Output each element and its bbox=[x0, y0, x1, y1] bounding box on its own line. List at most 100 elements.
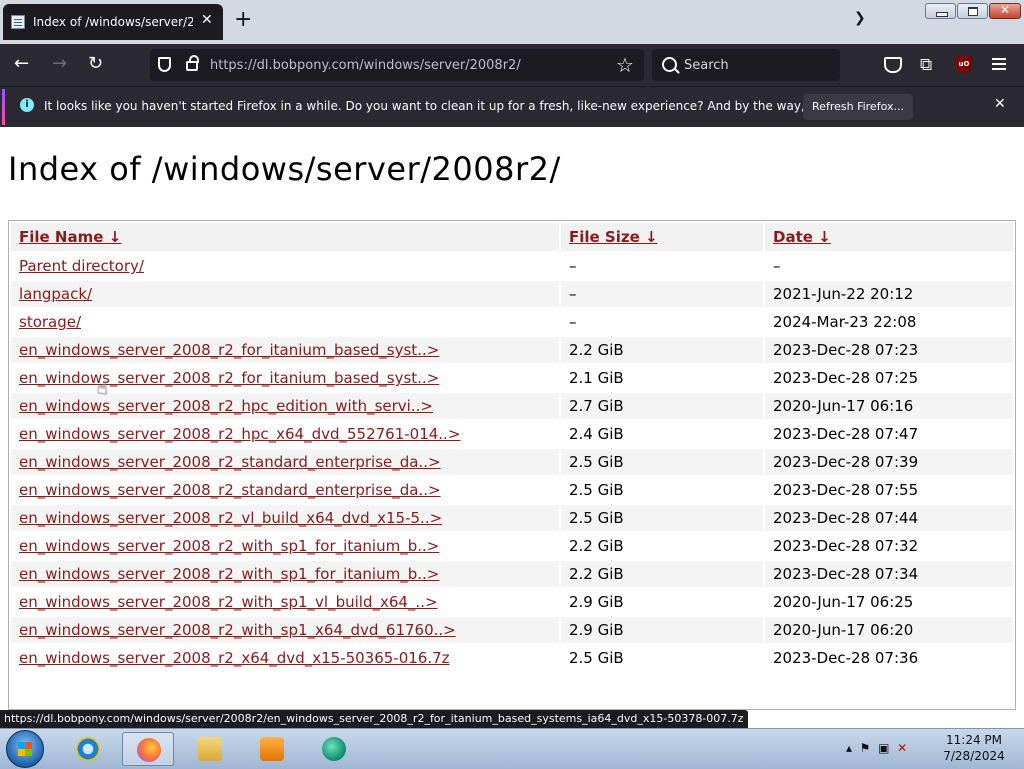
file-size-cell: 2.9 GiB bbox=[569, 593, 624, 611]
taskbar-clock[interactable]: 11:24 PM 7/28/2024 bbox=[934, 732, 1014, 764]
network-icon[interactable]: ▣ bbox=[878, 741, 889, 755]
file-name-cell: en_windows_server_2008_r2_vl_build_x64_d… bbox=[11, 505, 559, 531]
window-close-button[interactable] bbox=[989, 3, 1021, 19]
pocket-icon[interactable] bbox=[884, 57, 902, 73]
windows-taskbar: ▴ ⚑ ▣ ✕ 11:24 PM 7/28/2024 bbox=[0, 728, 1024, 769]
media-player-icon bbox=[260, 737, 284, 761]
file-table: File Name ↓ File Size ↓ Date ↓ Parent di… bbox=[9, 221, 1015, 673]
file-size-cell: – bbox=[569, 257, 577, 275]
file-link[interactable]: storage/ bbox=[19, 313, 81, 331]
table-row: en_windows_server_2008_r2_for_itanium_ba… bbox=[11, 365, 1013, 391]
sort-by-date-link[interactable]: Date ↓ bbox=[773, 228, 831, 246]
reload-icon[interactable]: ↻ bbox=[88, 53, 103, 75]
file-link[interactable]: en_windows_server_2008_r2_standard_enter… bbox=[19, 453, 441, 471]
col-header-file-name: File Name ↓ bbox=[11, 223, 559, 251]
forward-arrow-icon[interactable]: → bbox=[52, 53, 67, 75]
file-size-cell: 2.7 GiB bbox=[561, 393, 763, 419]
file-size-cell: 2.4 GiB bbox=[569, 425, 624, 443]
clock-date: 7/28/2024 bbox=[943, 749, 1005, 763]
file-date-cell: – bbox=[773, 257, 781, 275]
sort-by-size-link[interactable]: File Size ↓ bbox=[569, 228, 658, 246]
firefox-icon bbox=[137, 738, 161, 762]
file-link[interactable]: en_windows_server_2008_r2_with_sp1_vl_bu… bbox=[19, 593, 438, 611]
table-row: en_windows_server_2008_r2_with_sp1_for_i… bbox=[11, 533, 1013, 559]
system-tray[interactable]: ▴ ⚑ ▣ ✕ bbox=[846, 741, 907, 755]
file-link[interactable]: langpack/ bbox=[19, 285, 92, 303]
site-lock-icon[interactable] bbox=[186, 55, 199, 71]
hamburger-menu-icon[interactable] bbox=[992, 58, 1006, 60]
taskbar-app[interactable] bbox=[308, 732, 360, 766]
file-link[interactable]: Parent directory/ bbox=[19, 257, 144, 275]
action-center-flag-icon[interactable]: ⚑ bbox=[860, 741, 871, 755]
table-row: langpack/ –2021-Jun-22 20:12 bbox=[11, 281, 1013, 307]
file-date-cell: 2020-Jun-17 06:25 bbox=[773, 593, 914, 611]
search-placeholder: Search bbox=[684, 58, 729, 73]
search-input[interactable]: Search bbox=[652, 49, 840, 81]
start-button[interactable] bbox=[6, 730, 44, 768]
tab-strip: Index of /windows/server/2008r2/ ✕ + ❯ bbox=[0, 0, 1024, 44]
info-icon: i bbox=[20, 98, 34, 112]
ublock-origin-icon[interactable]: uO bbox=[956, 56, 972, 73]
file-link[interactable]: en_windows_server_2008_r2_hpc_edition_wi… bbox=[19, 397, 433, 415]
table-row: en_windows_server_2008_r2_standard_enter… bbox=[11, 477, 1013, 503]
file-link[interactable]: en_windows_server_2008_r2_with_sp1_for_i… bbox=[19, 565, 439, 583]
search-icon bbox=[662, 57, 677, 72]
table-row: en_windows_server_2008_r2_with_sp1_x64_d… bbox=[11, 617, 1013, 643]
file-size-cell: 2.2 GiB bbox=[561, 561, 763, 587]
file-link[interactable]: en_windows_server_2008_r2_x64_dvd_x15-50… bbox=[19, 649, 450, 667]
file-date-cell: 2023-Dec-28 07:39 bbox=[765, 449, 1013, 475]
table-row: en_windows_server_2008_r2_standard_enter… bbox=[11, 449, 1013, 475]
file-link[interactable]: en_windows_server_2008_r2_for_itanium_ba… bbox=[19, 369, 439, 387]
file-link[interactable]: en_windows_server_2008_r2_for_itanium_ba… bbox=[19, 341, 439, 359]
table-header-row: File Name ↓ File Size ↓ Date ↓ bbox=[11, 223, 1013, 251]
notification-message: It looks like you haven't started Firefo… bbox=[44, 99, 900, 113]
url-text[interactable]: https://dl.bobpony.com/windows/server/20… bbox=[210, 58, 521, 73]
url-bar[interactable]: https://dl.bobpony.com/windows/server/20… bbox=[150, 49, 644, 81]
bookmark-star-icon[interactable]: ☆ bbox=[616, 53, 634, 77]
page-title: Index of /windows/server/2008r2/ bbox=[8, 150, 561, 188]
file-date-cell: 2023-Dec-28 07:55 bbox=[773, 481, 919, 499]
taskbar-file-explorer[interactable] bbox=[184, 732, 236, 766]
file-name-cell: en_windows_server_2008_r2_for_itanium_ba… bbox=[11, 365, 559, 391]
table-row: storage/ – 2024-Mar-23 22:08 bbox=[11, 309, 1013, 335]
file-date-cell: 2020-Jun-17 06:16 bbox=[765, 393, 1013, 419]
file-link[interactable]: en_windows_server_2008_r2_vl_build_x64_d… bbox=[19, 509, 442, 527]
back-arrow-icon[interactable]: ← bbox=[14, 53, 29, 75]
taskbar-firefox[interactable] bbox=[122, 732, 174, 766]
table-row: en_windows_server_2008_r2_for_itanium_ba… bbox=[11, 337, 1013, 363]
show-hidden-icons-icon[interactable]: ▴ bbox=[846, 741, 852, 755]
mouse-cursor-hand-icon: ☝ bbox=[97, 378, 108, 399]
new-tab-button[interactable]: + bbox=[234, 7, 252, 32]
extensions-puzzle-icon[interactable]: ⧉ bbox=[920, 55, 932, 75]
app-icon bbox=[322, 737, 346, 761]
list-all-tabs-chevron-down-icon[interactable]: ❯ bbox=[854, 10, 866, 26]
taskbar-internet-explorer[interactable] bbox=[62, 732, 114, 766]
tracking-protection-shield-icon[interactable] bbox=[158, 57, 171, 72]
file-name-cell: en_windows_server_2008_r2_standard_enter… bbox=[11, 477, 559, 503]
file-link[interactable]: en_windows_server_2008_r2_with_sp1_x64_d… bbox=[19, 621, 456, 639]
page-favicon-icon bbox=[11, 15, 25, 29]
file-size-cell: 2.2 GiB bbox=[561, 337, 763, 363]
sort-by-name-link[interactable]: File Name ↓ bbox=[19, 228, 121, 246]
file-link[interactable]: en_windows_server_2008_r2_hpc_x64_dvd_55… bbox=[19, 425, 460, 443]
file-link[interactable]: en_windows_server_2008_r2_standard_enter… bbox=[19, 481, 441, 499]
table-row: en_windows_server_2008_r2_hpc_x64_dvd_55… bbox=[11, 421, 1013, 447]
window-restore-button[interactable] bbox=[957, 3, 988, 19]
file-name-cell: langpack/ bbox=[11, 281, 559, 307]
file-size-cell: – bbox=[561, 281, 763, 307]
tab-close-icon[interactable]: ✕ bbox=[201, 12, 213, 28]
refresh-firefox-button[interactable]: Refresh Firefox... bbox=[803, 94, 913, 120]
window-minimize-button[interactable] bbox=[925, 3, 956, 19]
file-date-cell: 2023-Dec-28 07:25 bbox=[773, 369, 919, 387]
notification-close-icon[interactable]: ✕ bbox=[994, 96, 1006, 112]
file-name-cell: en_windows_server_2008_r2_for_itanium_ba… bbox=[11, 337, 559, 363]
file-name-cell: en_windows_server_2008_r2_hpc_x64_dvd_55… bbox=[11, 421, 559, 447]
file-name-cell: en_windows_server_2008_r2_x64_dvd_x15-50… bbox=[11, 645, 559, 671]
file-name-cell: en_windows_server_2008_r2_hpc_edition_wi… bbox=[11, 393, 559, 419]
file-size-cell: – bbox=[569, 313, 577, 331]
link-status-tooltip: https://dl.bobpony.com/windows/server/20… bbox=[0, 710, 748, 728]
volume-muted-icon[interactable]: ✕ bbox=[897, 741, 907, 755]
file-link[interactable]: en_windows_server_2008_r2_with_sp1_for_i… bbox=[19, 537, 439, 555]
taskbar-media-player[interactable] bbox=[246, 732, 298, 766]
tab-active[interactable]: Index of /windows/server/2008r2/ ✕ bbox=[3, 4, 223, 40]
